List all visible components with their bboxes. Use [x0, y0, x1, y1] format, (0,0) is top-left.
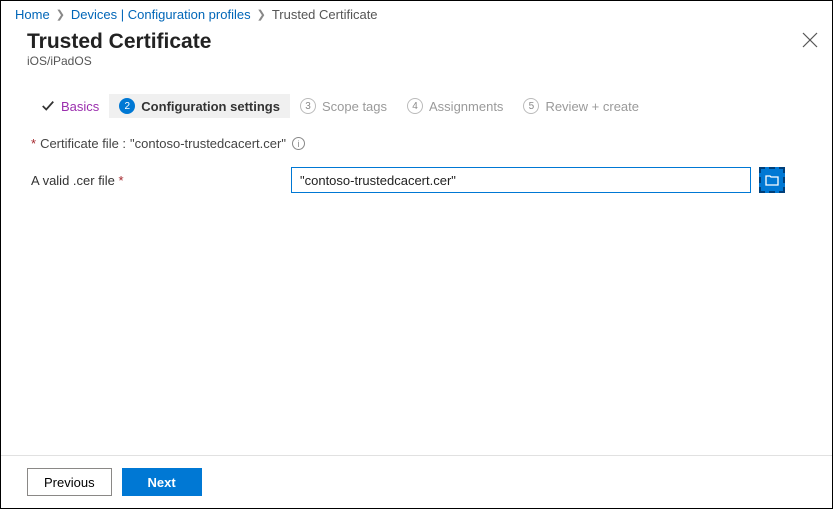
step-scope-tags[interactable]: 3 Scope tags — [290, 94, 397, 118]
breadcrumb-devices[interactable]: Devices | Configuration profiles — [71, 7, 251, 22]
step-assignments[interactable]: 4 Assignments — [397, 94, 513, 118]
certificate-file-name: "contoso-trustedcacert.cer" — [130, 136, 286, 151]
step-label: Configuration settings — [141, 99, 280, 114]
step-review-create[interactable]: 5 Review + create — [513, 94, 649, 118]
next-button[interactable]: Next — [122, 468, 202, 496]
required-indicator: * — [31, 136, 36, 151]
previous-button[interactable]: Previous — [27, 468, 112, 496]
check-icon — [41, 99, 55, 113]
chevron-right-icon: ❯ — [56, 8, 65, 21]
step-label: Basics — [61, 99, 99, 114]
wizard-steps: Basics 2 Configuration settings 3 Scope … — [1, 72, 832, 132]
page-header: Trusted Certificate iOS/iPadOS — [1, 28, 832, 72]
step-number-badge: 3 — [300, 98, 316, 114]
page-title: Trusted Certificate — [27, 30, 806, 54]
step-label: Review + create — [545, 99, 639, 114]
breadcrumb-current: Trusted Certificate — [272, 7, 378, 22]
chevron-right-icon: ❯ — [257, 8, 266, 21]
wizard-footer: Previous Next — [1, 455, 832, 508]
step-basics[interactable]: Basics — [31, 95, 109, 118]
certificate-file-label: Certificate file : — [40, 136, 126, 151]
required-indicator: * — [118, 173, 123, 188]
browse-file-button[interactable] — [759, 167, 785, 193]
step-label: Assignments — [429, 99, 503, 114]
breadcrumb: Home ❯ Devices | Configuration profiles … — [1, 1, 832, 28]
valid-cer-file-label: A valid .cer file * — [31, 173, 291, 188]
close-icon — [802, 32, 818, 48]
step-label: Scope tags — [322, 99, 387, 114]
step-number-badge: 5 — [523, 98, 539, 114]
info-icon[interactable]: i — [292, 137, 305, 150]
step-configuration-settings[interactable]: 2 Configuration settings — [109, 94, 290, 118]
certificate-file-display: * Certificate file : "contoso-trustedcac… — [31, 136, 806, 151]
form-area: * Certificate file : "contoso-trustedcac… — [1, 132, 832, 455]
step-number-badge: 2 — [119, 98, 135, 114]
breadcrumb-home[interactable]: Home — [15, 7, 50, 22]
close-button[interactable] — [802, 32, 818, 48]
step-number-badge: 4 — [407, 98, 423, 114]
page-subtitle: iOS/iPadOS — [27, 54, 806, 68]
folder-icon — [765, 174, 779, 186]
file-input-row: A valid .cer file * — [31, 167, 806, 193]
cer-file-input[interactable] — [291, 167, 751, 193]
